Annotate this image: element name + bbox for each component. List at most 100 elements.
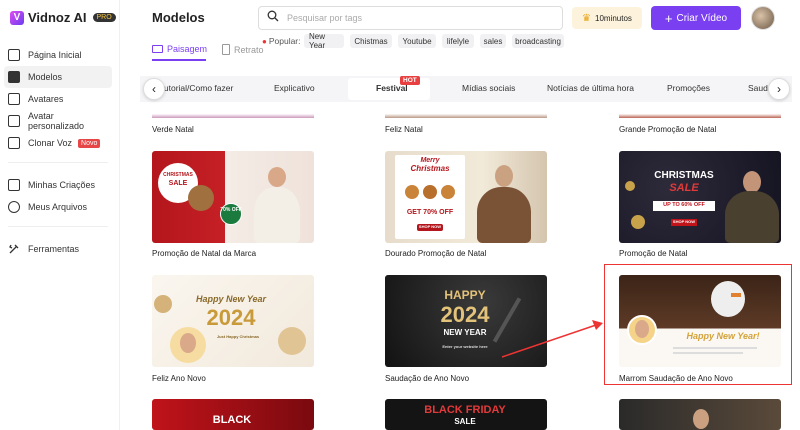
template-thumbnail[interactable]: CHRISTMAS SALE 70% OFF	[152, 151, 314, 243]
search-icon	[267, 9, 279, 27]
avatar-icon	[8, 93, 20, 105]
popular-label: Popular:	[268, 36, 301, 46]
sidebar-item-custom-avatar[interactable]: Avatar personalizado	[4, 110, 112, 132]
sidebar-item-tools[interactable]: Ferramentas	[4, 238, 112, 260]
portrait-icon	[222, 44, 230, 55]
tab-portrait[interactable]: Retrato	[222, 44, 264, 55]
cookie-image	[441, 185, 455, 199]
presenter-head	[693, 409, 709, 429]
category-breaking-news[interactable]: Notícias de última hora	[547, 83, 634, 93]
vidnoz-logo-icon: V	[10, 10, 24, 25]
brand-logo[interactable]: V Vidnoz AI PRO	[10, 10, 116, 25]
tag-chip[interactable]: sales	[480, 34, 506, 48]
active-tab-indicator	[152, 59, 206, 61]
thumb-text: GET 70% OFF	[406, 209, 454, 216]
play-icon	[8, 179, 20, 191]
hot-badge: HOT	[400, 76, 420, 85]
page-title: Modelos	[152, 10, 205, 25]
category-greetings[interactable]: Saudação	[748, 83, 770, 93]
template-thumbnail[interactable]: Happy New Year 2024 Just Happy Christmas	[152, 275, 314, 367]
template-thumbnail[interactable]	[619, 399, 781, 430]
tab-portrait-label: Retrato	[234, 44, 264, 55]
create-video-button[interactable]: + Criar Vídeo	[651, 6, 741, 30]
presenter-head	[268, 167, 286, 187]
plus-icon: +	[664, 10, 673, 26]
template-caption: Dourado Promoção de Natal	[385, 249, 487, 258]
template-thumb-partial[interactable]	[619, 104, 781, 118]
sidebar-item-label: Minhas Criações	[28, 180, 96, 190]
thumb-text: Just Happy Christmas	[216, 334, 260, 339]
thumb-text: SHOP NOW	[417, 224, 443, 231]
sidebar-item-label: Clonar Voz	[28, 138, 73, 148]
scroll-right-button[interactable]: ›	[768, 78, 790, 100]
category-promotions[interactable]: Promoções	[667, 83, 710, 93]
template-thumb-partial[interactable]	[152, 104, 314, 118]
template-caption: Promoção de Natal	[619, 249, 688, 258]
scroll-left-button[interactable]: ‹	[143, 78, 165, 100]
sidebar-item-label: Página Inicial	[28, 50, 82, 60]
template-caption: Saudação de Ano Novo	[385, 374, 470, 383]
template-caption: Feliz Natal	[385, 125, 423, 134]
tag-chip[interactable]: lifelyle	[442, 34, 474, 48]
category-explainer[interactable]: Explicativo	[274, 83, 315, 93]
crown-icon: ♛	[582, 12, 592, 24]
thumb-text: CHRISTMAS	[654, 170, 714, 181]
sidebar-item-clone-voice[interactable]: Clonar Voz Novo	[4, 132, 112, 154]
presenter-head	[743, 171, 761, 193]
sidebar-item-avatars[interactable]: Avatares	[4, 88, 112, 110]
pro-badge: PRO	[92, 13, 116, 22]
template-thumbnail[interactable]: CHRISTMAS SALE UP TO 60% OFF SHOP NOW	[619, 151, 781, 243]
category-social-media[interactable]: Mídias sociais	[462, 83, 515, 93]
new-badge: Novo	[78, 138, 101, 148]
templates-icon	[8, 71, 20, 83]
category-clip-right: Saudação	[748, 76, 770, 102]
teddy-bear-image	[188, 185, 214, 211]
tag-chip[interactable]: broadcasting	[512, 34, 564, 48]
presenter-head	[180, 333, 196, 353]
landscape-icon	[152, 45, 163, 53]
cloud-icon	[8, 201, 20, 213]
template-thumb-partial[interactable]	[385, 104, 547, 118]
chevron-right-icon: ›	[777, 82, 781, 96]
search-input[interactable]	[287, 13, 547, 23]
sidebar-item-home[interactable]: Página Inicial	[4, 44, 112, 66]
category-clip: Tutorial/Como fazer	[160, 76, 260, 102]
template-thumbnail[interactable]: BLACK	[152, 399, 314, 430]
sidebar: V Vidnoz AI PRO Página Inicial Modelos A…	[0, 0, 120, 430]
search-box[interactable]	[258, 6, 563, 30]
tag-chip[interactable]: Chistmas	[350, 34, 392, 48]
tag-chip[interactable]: Youtube	[398, 34, 436, 48]
sidebar-item-my-files[interactable]: Meus Arquivos	[4, 196, 112, 218]
ornament-image	[154, 295, 172, 313]
presenter-head	[495, 165, 513, 187]
tab-landscape-label: Paisagem	[167, 44, 208, 54]
thumb-text: BLACK	[212, 414, 252, 426]
fire-icon: ●	[262, 36, 267, 46]
sidebar-item-my-creations[interactable]: Minhas Criações	[4, 174, 112, 196]
thumb-text: Happy New Year	[195, 294, 267, 304]
sidebar-item-label: Meus Arquivos	[28, 202, 88, 212]
template-thumbnail[interactable]: BLACK FRIDAY SALE	[385, 399, 547, 430]
ornament-image	[631, 215, 645, 229]
category-tutorial[interactable]: Tutorial/Como fazer	[160, 83, 233, 93]
presenter-body	[725, 191, 779, 243]
thumb-text: BLACK FRIDAY	[424, 404, 506, 416]
minutes-balance[interactable]: ♛ 10minutos	[572, 7, 642, 29]
sidebar-item-templates[interactable]: Modelos	[4, 66, 112, 88]
minutes-label: 10minutos	[595, 13, 632, 23]
custom-avatar-icon	[8, 115, 20, 127]
annotation-arrow	[501, 320, 603, 358]
user-avatar[interactable]	[751, 6, 775, 30]
presenter-body	[254, 187, 300, 243]
template-caption: Promoção de Natal da Marca	[152, 249, 257, 258]
cookie-image	[423, 185, 437, 199]
cookie-image	[405, 185, 419, 199]
thumb-text: SHOP NOW	[671, 219, 697, 226]
template-thumbnail[interactable]: Merry Christmas GET 70% OFF SHOP NOW	[385, 151, 547, 243]
sidebar-divider	[8, 162, 108, 163]
thumb-text: SALE	[168, 180, 188, 187]
tab-landscape[interactable]: Paisagem	[152, 44, 207, 54]
tag-chip[interactable]: New Year	[304, 32, 344, 50]
thumb-text: CHRISTMAS	[163, 172, 193, 178]
home-icon	[8, 49, 20, 61]
